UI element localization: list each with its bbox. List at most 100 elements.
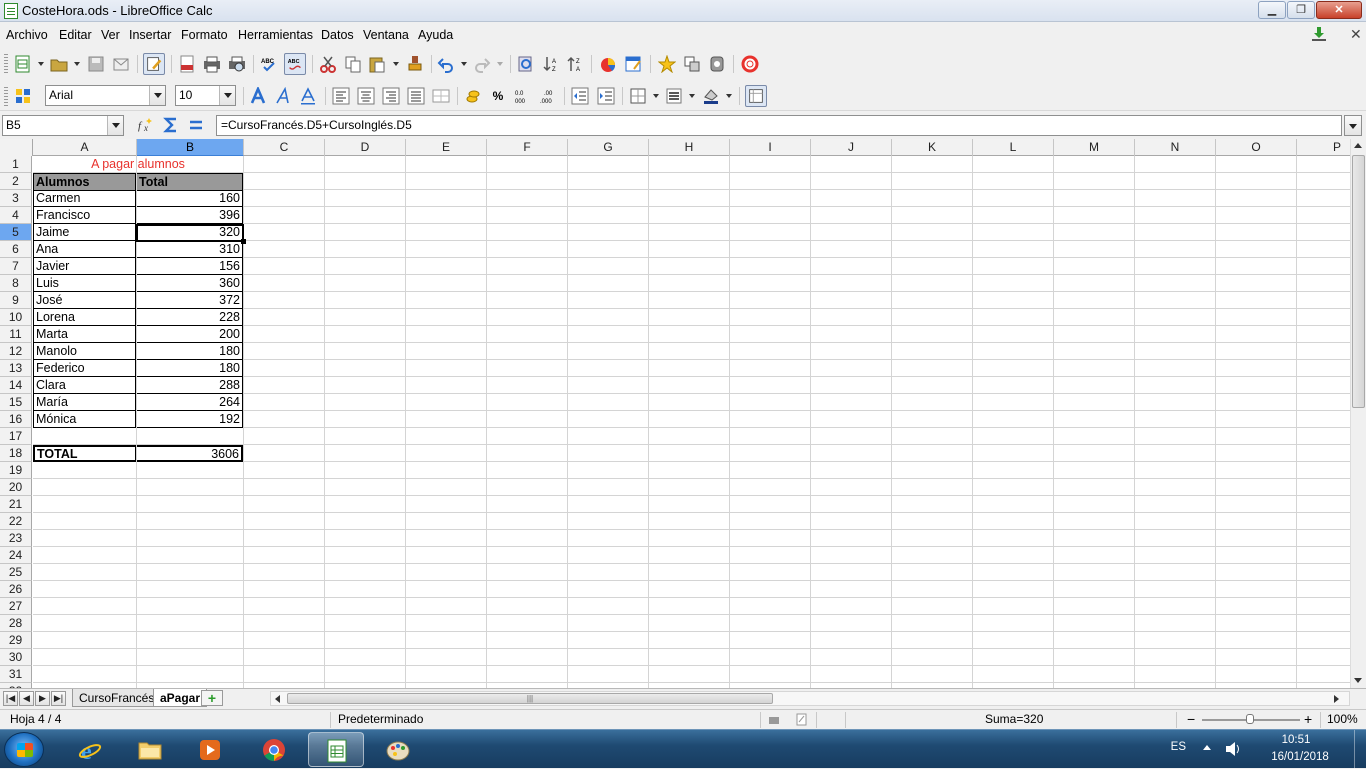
open-folder-icon[interactable] <box>50 55 68 73</box>
student-total-cell[interactable]: 396 <box>137 207 243 224</box>
row-header[interactable]: 8 <box>0 275 32 292</box>
student-total-cell[interactable]: 200 <box>137 326 243 343</box>
redo-icon[interactable] <box>473 55 491 73</box>
paste-dropdown-icon[interactable] <box>393 62 399 66</box>
row-header[interactable]: 24 <box>0 547 32 564</box>
row-header[interactable]: 15 <box>0 394 32 411</box>
bold-icon[interactable] <box>249 87 267 105</box>
column-header-h[interactable]: H <box>649 139 730 156</box>
language-indicator[interactable]: ES <box>1171 741 1186 753</box>
undo-dropdown-icon[interactable] <box>461 62 467 66</box>
row-header[interactable]: 29 <box>0 632 32 649</box>
new-dropdown-icon[interactable] <box>38 62 44 66</box>
copy-icon[interactable] <box>344 55 362 73</box>
name-box[interactable]: B5 <box>2 115 124 136</box>
student-total-cell[interactable]: 180 <box>137 343 243 360</box>
row-header[interactable]: 13 <box>0 360 32 377</box>
font-name-box[interactable]: Arial <box>45 85 166 106</box>
horizontal-scrollbar[interactable]: ||| <box>270 691 1350 706</box>
vertical-scroll-thumb[interactable] <box>1352 155 1365 408</box>
row-header[interactable]: 12 <box>0 343 32 360</box>
column-header-n[interactable]: N <box>1135 139 1216 156</box>
percent-format-icon[interactable]: % <box>489 87 507 105</box>
border-style-dropdown-icon[interactable] <box>689 94 695 98</box>
align-right-icon[interactable] <box>382 87 400 105</box>
row-header[interactable]: 23 <box>0 530 32 547</box>
row-header[interactable]: 4 <box>0 207 32 224</box>
edit-mode-icon[interactable] <box>143 53 165 75</box>
column-header-a[interactable]: A <box>33 139 137 156</box>
show-draw-functions-icon[interactable] <box>683 55 701 73</box>
select-all-corner[interactable] <box>0 139 33 156</box>
open-dropdown-icon[interactable] <box>74 62 80 66</box>
expand-formula-bar-icon[interactable] <box>1344 115 1362 136</box>
student-total-cell[interactable]: 320 <box>137 224 243 241</box>
student-total-cell[interactable]: 228 <box>137 309 243 326</box>
sheet-tab-cursofrances[interactable]: CursoFrancés <box>72 689 162 707</box>
justify-icon[interactable] <box>407 87 425 105</box>
student-name-cell[interactable]: Manolo <box>33 343 136 360</box>
new-document-icon[interactable] <box>14 55 32 73</box>
row-header[interactable]: 7 <box>0 258 32 275</box>
row-header[interactable]: 9 <box>0 292 32 309</box>
row-header[interactable]: 27 <box>0 598 32 615</box>
row-header[interactable]: 30 <box>0 649 32 666</box>
borders-dropdown-icon[interactable] <box>653 94 659 98</box>
student-total-cell[interactable]: 360 <box>137 275 243 292</box>
row-header[interactable]: 25 <box>0 564 32 581</box>
row-header[interactable]: 14 <box>0 377 32 394</box>
border-style-icon[interactable] <box>665 87 683 105</box>
student-name-cell[interactable]: Federico <box>33 360 136 377</box>
merge-cells-icon[interactable] <box>432 87 450 105</box>
column-header-j[interactable]: J <box>811 139 892 156</box>
row-header[interactable]: 26 <box>0 581 32 598</box>
find-replace-icon[interactable] <box>517 55 535 73</box>
last-sheet-icon[interactable]: ▶| <box>51 691 66 706</box>
column-header-b[interactable]: B <box>137 139 244 156</box>
insert-chart-icon[interactable] <box>599 55 617 73</box>
help-icon[interactable] <box>741 55 759 73</box>
next-sheet-icon[interactable]: ▶ <box>35 691 50 706</box>
align-left-icon[interactable] <box>332 87 350 105</box>
volume-icon[interactable] <box>1224 741 1242 757</box>
column-header-k[interactable]: K <box>892 139 973 156</box>
student-total-cell[interactable]: 192 <box>137 411 243 428</box>
font-name-dropdown-icon[interactable] <box>149 86 165 105</box>
taskbar-file-explorer[interactable] <box>122 732 178 767</box>
row-header[interactable]: 11 <box>0 326 32 343</box>
sheet-tab-apagar[interactable]: aPagar <box>153 689 208 707</box>
font-size-box[interactable]: 10 <box>175 85 236 106</box>
student-total-cell[interactable]: 160 <box>137 190 243 207</box>
toggle-grid-lines-icon[interactable] <box>745 85 767 107</box>
row-header[interactable]: 3 <box>0 190 32 207</box>
pivot-table-icon[interactable] <box>624 55 642 73</box>
row-header[interactable]: 21 <box>0 496 32 513</box>
row-header[interactable]: 19 <box>0 462 32 479</box>
print-icon[interactable] <box>203 55 221 73</box>
close-button[interactable]: ✕ <box>1316 1 1362 19</box>
sheet-title-cell[interactable]: A pagar alumnos <box>33 156 243 173</box>
student-name-cell[interactable]: Lorena <box>33 309 136 326</box>
column-header-c[interactable]: C <box>244 139 325 156</box>
student-total-cell[interactable]: 310 <box>137 241 243 258</box>
column-header-g[interactable]: G <box>568 139 649 156</box>
menu-datos[interactable]: Datos <box>321 28 354 42</box>
borders-icon[interactable] <box>629 87 647 105</box>
spreadsheet-grid[interactable]: A B C D E F G H I J K L M N O P 12345678… <box>0 139 1350 688</box>
redo-dropdown-icon[interactable] <box>497 62 503 66</box>
student-name-cell[interactable]: Mónica <box>33 411 136 428</box>
first-sheet-icon[interactable]: |◀ <box>3 691 18 706</box>
row-header[interactable]: 18 <box>0 445 32 462</box>
menu-ventana[interactable]: Ventana <box>363 28 409 42</box>
selection-mode-icon[interactable] <box>768 714 780 726</box>
function-equals-icon[interactable] <box>187 116 205 134</box>
close-document-icon[interactable]: ✕ <box>1350 26 1362 43</box>
student-name-cell[interactable]: Marta <box>33 326 136 343</box>
increase-indent-icon[interactable] <box>597 87 615 105</box>
taskbar-paint[interactable] <box>370 732 426 767</box>
student-name-cell[interactable]: Carmen <box>33 190 136 207</box>
scroll-up-icon[interactable] <box>1354 143 1362 148</box>
save-icon[interactable] <box>87 55 105 73</box>
navigator-icon[interactable] <box>708 55 726 73</box>
zoom-slider-handle[interactable] <box>1246 714 1254 724</box>
